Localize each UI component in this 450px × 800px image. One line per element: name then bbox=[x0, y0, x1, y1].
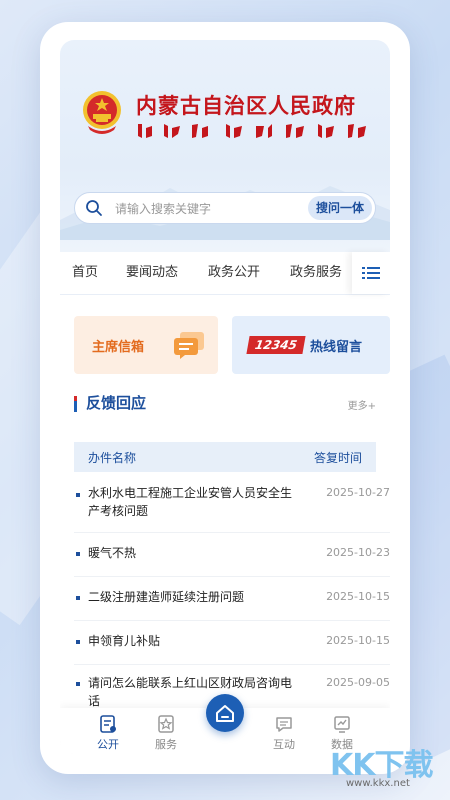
tab-interaction[interactable]: 互动 bbox=[262, 714, 306, 752]
tab-public-label: 公开 bbox=[97, 738, 119, 751]
list-item[interactable]: 申领育儿补贴 2025-10-15 bbox=[74, 620, 390, 665]
list-item-date: 2025-10-23 bbox=[326, 546, 390, 559]
list-bullet bbox=[76, 493, 80, 497]
table-header: 办件名称 答复时间 bbox=[74, 442, 376, 472]
search-icon[interactable] bbox=[85, 199, 103, 217]
message-bubble-icon bbox=[174, 332, 204, 359]
search-button[interactable]: 搜问一体 bbox=[308, 196, 372, 220]
column-header-name: 办件名称 bbox=[88, 451, 137, 465]
header-banner: 内蒙古自治区人民政府 搜问一 bbox=[60, 40, 390, 252]
document-icon bbox=[100, 715, 116, 733]
tab-news[interactable]: 要闻动态 bbox=[126, 252, 178, 294]
tab-government-affairs[interactable]: 政务公开 bbox=[208, 252, 260, 294]
section-accent-bar bbox=[74, 396, 77, 412]
chairman-mailbox-card[interactable]: 主席信箱 bbox=[74, 316, 218, 374]
list-item[interactable]: 水利水电工程施工企业安管人员安全生产考核问题 2025-10-27 bbox=[74, 480, 390, 533]
top-nav: 首页 要闻动态 政务公开 政务服务 bbox=[60, 252, 390, 295]
list-item-title: 请问怎么能联系上红山区财政局咨询电话 bbox=[88, 676, 293, 708]
list-item-date: 2025-10-27 bbox=[326, 486, 390, 499]
watermark: KK下载 www.kkx.net bbox=[330, 740, 440, 796]
mongolian-script-title bbox=[138, 124, 366, 138]
list-item[interactable]: 暖气不热 2025-10-23 bbox=[74, 532, 390, 577]
home-icon bbox=[216, 705, 234, 722]
hotline-message-label: 热线留言 bbox=[310, 340, 363, 355]
section-title: 反馈回应 bbox=[86, 394, 147, 412]
chart-icon bbox=[334, 716, 350, 733]
home-button[interactable] bbox=[206, 694, 244, 732]
government-title: 内蒙古自治区人民政府 bbox=[136, 93, 356, 118]
hotline-number-badge: 12345 bbox=[246, 336, 306, 354]
tab-public[interactable]: 公开 bbox=[86, 714, 130, 752]
feedback-section-header: 反馈回应 更多+ bbox=[74, 392, 390, 418]
list-bullet bbox=[76, 596, 80, 600]
tab-service-label: 服务 bbox=[155, 738, 177, 751]
chat-icon bbox=[276, 717, 292, 732]
more-link[interactable]: 更多+ bbox=[348, 397, 376, 412]
column-header-date: 答复时间 bbox=[313, 451, 362, 465]
list-item-title: 二级注册建造师延续注册问题 bbox=[88, 590, 245, 604]
list-item-title: 水利水电工程施工企业安管人员安全生产考核问题 bbox=[88, 486, 293, 518]
list-menu-icon[interactable] bbox=[352, 252, 390, 294]
tab-interaction-label: 互动 bbox=[273, 738, 295, 751]
chairman-mailbox-label: 主席信箱 bbox=[92, 340, 145, 355]
list-item[interactable]: 二级注册建造师延续注册问题 2025-10-15 bbox=[74, 576, 390, 621]
hotline-message-card[interactable]: 12345 热线留言 bbox=[232, 316, 390, 374]
tab-home[interactable]: 首页 bbox=[72, 252, 98, 294]
list-item-date: 2025-09-05 bbox=[326, 676, 390, 689]
list-bullet bbox=[76, 640, 80, 644]
tab-government-services[interactable]: 政务服务 bbox=[290, 252, 342, 294]
list-bullet bbox=[76, 682, 80, 686]
tab-service[interactable]: 服务 bbox=[144, 714, 188, 752]
star-badge-icon bbox=[158, 715, 174, 733]
list-item-title: 申领育儿补贴 bbox=[88, 634, 161, 648]
national-emblem-icon bbox=[83, 91, 121, 134]
list-item-title: 暖气不热 bbox=[88, 546, 137, 560]
phone-frame: 内蒙古自治区人民政府 搜问一 bbox=[40, 22, 410, 774]
search-bar: 搜问一体 bbox=[74, 192, 376, 224]
watermark-url: www.kkx.net bbox=[346, 778, 410, 789]
list-bullet bbox=[76, 552, 80, 556]
search-input[interactable] bbox=[113, 197, 287, 221]
list-item-date: 2025-10-15 bbox=[326, 634, 390, 647]
app-screen: 内蒙古自治区人民政府 搜问一 bbox=[60, 40, 390, 754]
list-item-date: 2025-10-15 bbox=[326, 590, 390, 603]
